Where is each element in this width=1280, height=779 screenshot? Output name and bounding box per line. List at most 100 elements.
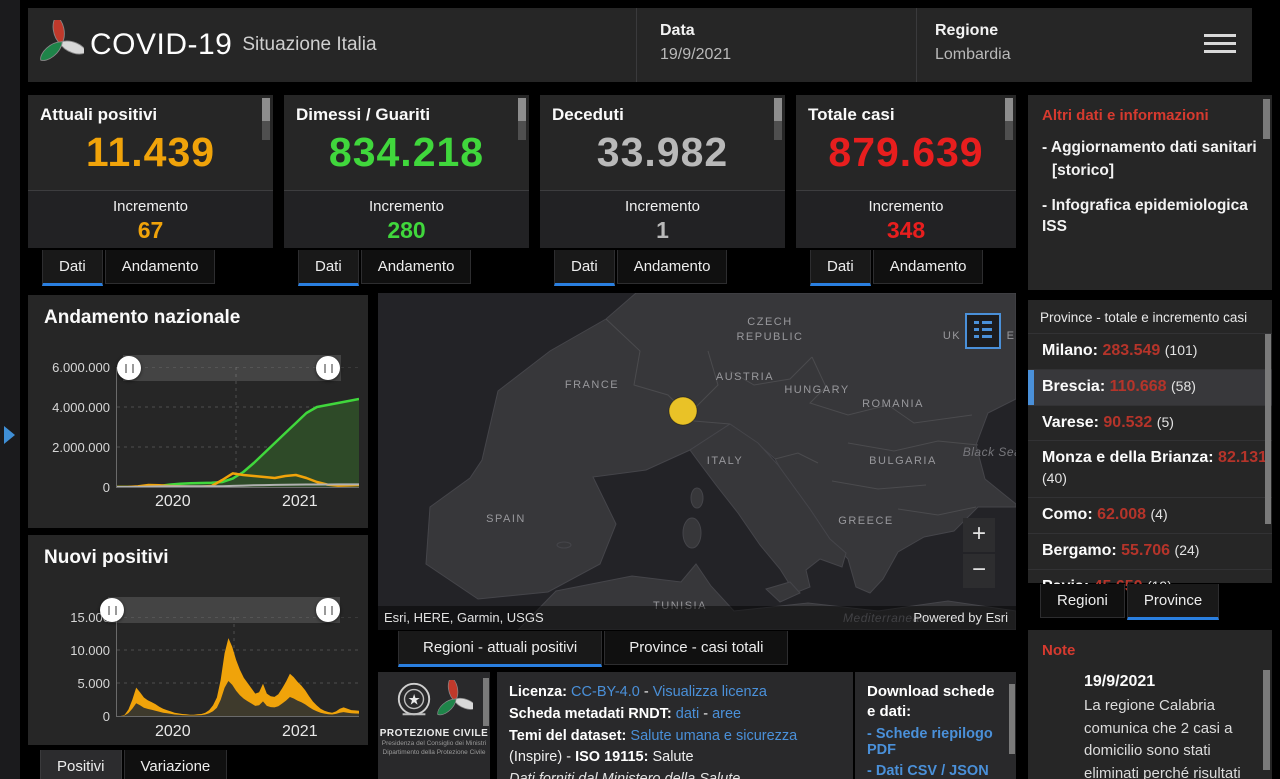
card-scrollbar[interactable] [774,98,782,140]
scrollbar[interactable] [1263,99,1270,139]
footer-logos: ★ [378,677,490,725]
province-name: Como: [1042,505,1093,523]
note-date: 19/9/2021 [1084,673,1156,690]
download-pdf-link[interactable]: - Schede riepilogo PDF [867,726,1004,758]
altri-dati-title: Altri dati e informazioni [1042,107,1209,124]
iso-label: ISO 19115: [575,749,649,766]
increment-label: Incremento [368,198,445,215]
link-storico[interactable]: [storico] [1042,161,1258,182]
province-increment: (40) [1042,470,1067,487]
legend-button[interactable] [965,313,1001,349]
province-row-como[interactable]: Como: 62.008 (4) [1028,496,1272,533]
card-title: Deceduti [552,105,624,124]
card-scrollbar[interactable] [262,98,270,140]
expand-panel-arrow[interactable] [4,426,15,444]
zoom-out-button[interactable]: − [963,554,995,588]
tab-andamento[interactable]: Andamento [872,250,984,284]
license-label: Licenza: [509,684,568,700]
tab-variazione[interactable]: Variazione [123,750,228,779]
positivi-variazione-tabs: Positivi Variazione [40,750,229,779]
dati-link[interactable]: dati [676,706,699,722]
europe-map[interactable]: CZECH REPUBLIC FRANCE AUSTRIA HUNGARY RO… [378,293,1016,630]
time-slider-handle-left[interactable] [117,356,141,380]
inspire-text: (Inspire) - [509,749,576,766]
tab-dati[interactable]: Dati [298,250,359,286]
card-tabs: Dati Andamento [298,250,473,286]
tab-dati[interactable]: Dati [42,250,103,286]
province-row-milano[interactable]: Milano: 283.549 (101) [1028,333,1272,369]
card-scrollbar[interactable] [1005,98,1013,140]
province-total: 82.131 [1218,449,1267,467]
time-slider-handle-left[interactable] [100,598,124,622]
temi-line: Temi del dataset: Salute umana e sicurez… [509,726,841,770]
download-csv-json-link[interactable]: - Dati CSV / JSON [867,763,1004,779]
scrollbar[interactable] [1265,334,1271,524]
tab-province[interactable]: Province [1126,584,1220,620]
footer-metadata-panel: Licenza: CC-BY-4.0 - Visualizza licenza … [497,672,853,779]
chart-plot-area[interactable] [116,366,360,489]
data-block: Data 19/9/2021 [660,22,731,64]
increment-label: Incremento [868,198,944,215]
data-value: 19/9/2021 [660,46,732,63]
chart-plot-area[interactable] [116,616,359,717]
province-total: 62.008 [1097,505,1147,523]
note-panel: Note 19/9/2021 La regione Calabria comun… [1028,630,1272,779]
tab-dati[interactable]: Dati [810,250,871,286]
zoom-in-button[interactable]: + [963,518,995,552]
time-slider-handle-right[interactable] [316,356,340,380]
powered-by-esri: Powered by Esri [913,610,1008,625]
tab-regioni-attuali-positivi[interactable]: Regioni - attuali positivi [398,631,603,667]
footer-logo-panel: ★ PROTEZIONE CIVILE Presidenza del Consi… [378,672,490,779]
header-divider [636,8,637,82]
aree-link[interactable]: aree [712,706,741,722]
tab-regioni[interactable]: Regioni [1040,584,1125,618]
austria-label: AUSTRIA [715,371,775,383]
province-name: Brescia: [1042,377,1106,395]
data-source-line: Dati forniti dal Ministero della Salute [509,771,741,779]
province-row-bergamo[interactable]: Bergamo: 55.706 (24) [1028,532,1272,569]
time-slider-track[interactable] [123,355,341,381]
region-province-tabs: Regioni Province [1040,584,1221,620]
tab-positivi[interactable]: Positivi [40,750,122,779]
province-increment: (4) [1150,505,1168,522]
footer-org-name: PROTEZIONE CIVILE [379,728,489,739]
menu-icon[interactable] [1204,34,1236,56]
tab-andamento[interactable]: Andamento [360,250,472,284]
province-increment: (101) [1164,342,1198,358]
lombardia-marker[interactable] [668,396,698,426]
app-subtitle: Situazione Italia [242,34,377,55]
province-row-brescia[interactable]: Brescia: 110.668 (58) [1028,368,1272,405]
scrollbar[interactable] [1009,684,1015,754]
tab-andamento[interactable]: Andamento [616,250,728,284]
time-slider-track[interactable] [108,597,340,623]
tab-andamento[interactable]: Andamento [104,250,216,284]
link-aggiornamento-dati[interactable]: - Aggiornamento dati sanitari [1042,138,1258,159]
province-name: Milano: [1042,342,1098,359]
tab-province-casi-totali[interactable]: Province - casi totali [604,631,789,665]
hungary-label: HUNGARY [784,384,850,396]
metadata-line: Scheda metadati RNDT: dati - aree [509,704,841,726]
link-infografica-iss[interactable]: - Infografica epidemiologica ISS [1042,196,1258,238]
italy-emblem-icon: ★ [397,682,430,716]
tab-dati[interactable]: Dati [554,250,615,286]
card-scrollbar[interactable] [518,98,526,140]
view-license-link[interactable]: Visualizza licenza [653,684,767,700]
province-row-varese[interactable]: Varese: 90.532 (5) [1028,404,1272,441]
iso-value: Salute [648,749,694,766]
province-total: 90.532 [1103,413,1153,431]
download-title: Download schede e dati: [867,683,995,720]
footer-download-panel: Download schede e dati: - Schede riepilo… [855,672,1016,779]
province-row-monza[interactable]: Monza e della Brianza: 82.131 (40) [1028,440,1272,497]
scrollbar[interactable] [483,678,489,726]
y-tick: 6.000.000 [52,360,110,375]
attribution-sources: Esri, HERE, Garmin, USGS [384,610,544,625]
scrollbar[interactable] [1263,670,1270,770]
greece-label: GREECE [838,515,894,527]
time-slider-handle-right[interactable] [316,598,340,622]
license-link[interactable]: CC-BY-4.0 [571,684,640,700]
note-text: La regione Calabria comunica che 2 casi … [1084,697,1241,779]
metadata-label: Scheda metadati RNDT: [509,705,672,722]
footer-org-line2: Dipartimento della Protezione Civile [382,749,486,757]
salute-umana-link[interactable]: Salute umana e sicurezza [630,728,797,744]
y-tick: 10.000 [70,643,110,658]
